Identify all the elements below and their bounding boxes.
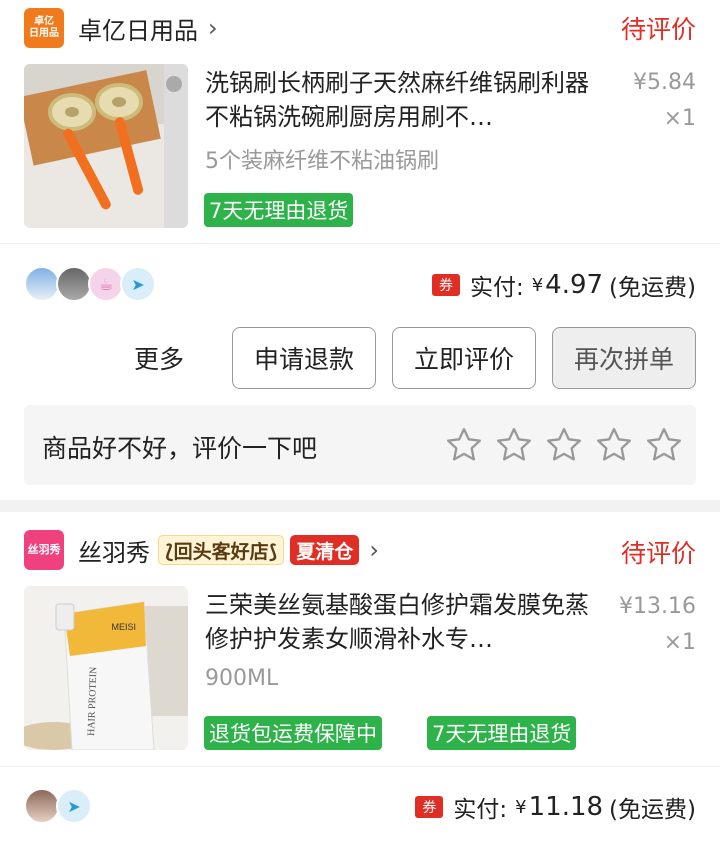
product-qty: ×1: [663, 106, 696, 131]
star-rating: [434, 425, 684, 465]
return-tag: 7天无理由退货: [427, 716, 577, 750]
fish-avatar: ➤: [120, 266, 156, 302]
order-status: 待评价: [620, 15, 696, 44]
cup-avatar: ☕: [88, 266, 124, 302]
fish-avatar: ➤: [56, 788, 92, 824]
summer-sale-badge: 夏清仓: [290, 535, 360, 565]
coupon-icon: 券: [431, 274, 460, 296]
shop-logo: 卓亿 日用品: [24, 8, 64, 48]
divider: [0, 243, 720, 244]
product-spec: 5个装麻纤维不粘油锅刷: [205, 149, 439, 174]
product-price: ¥13.16: [619, 594, 696, 619]
shop-logo-text: 卓亿 日用品: [29, 16, 59, 39]
more-button[interactable]: 更多: [134, 340, 184, 376]
paid-amount-row: 券 实付: ¥ 4.97 (免运费): [431, 268, 696, 302]
shop-header[interactable]: 丝羽秀 丝羽秀 ⟅回头客好店⟆ 夏清仓 ›: [24, 530, 379, 570]
shop-header[interactable]: 卓亿 日用品 卓亿日用品 ›: [24, 8, 218, 48]
order-status: 待评价: [620, 539, 696, 568]
request-refund-button[interactable]: 申请退款: [232, 327, 376, 389]
returning-customer-badge: ⟅回头客好店⟆: [158, 535, 285, 565]
star-icon[interactable]: [444, 425, 484, 465]
shipping-note: (免运费): [609, 797, 696, 823]
star-icon[interactable]: [544, 425, 584, 465]
order-card: 卓亿 日用品 卓亿日用品 › 待评价 洗锅刷长柄刷子天然麻纤维锅刷利器不粘锅洗碗…: [0, 0, 720, 500]
review-prompt: 商品好不好，评价一下吧: [42, 434, 318, 463]
shop-logo: 丝羽秀: [24, 530, 64, 570]
currency-symbol: ¥: [515, 796, 527, 818]
product-thumbnail[interactable]: [24, 64, 188, 228]
shipping-insurance-tag: 退货包运费保障中: [204, 716, 382, 750]
paid-label: 实付:: [453, 797, 508, 823]
product-title[interactable]: 洗锅刷长柄刷子天然麻纤维锅刷利器不粘锅洗碗刷厨房用刷不…: [205, 66, 605, 134]
product-qty: ×1: [663, 630, 696, 655]
paid-amount: 4.97: [545, 270, 604, 300]
avatar-group: ➤: [24, 788, 92, 824]
product-title[interactable]: 三荣美丝氨基酸蛋白修护霜发膜免蒸修护护发素女顺滑补水专…: [205, 588, 605, 656]
star-icon[interactable]: [494, 425, 534, 465]
paid-amount: 11.18: [528, 792, 604, 822]
shop-name[interactable]: 卓亿日用品: [78, 11, 198, 46]
hair-mask-image: MEISI HAIR PROTEIN: [24, 586, 188, 750]
star-icon[interactable]: [594, 425, 634, 465]
avatar-group: ☕ ➤: [24, 266, 156, 302]
product-brand-text: MEISI: [111, 622, 136, 632]
avatar: [24, 788, 60, 824]
chevron-right-icon[interactable]: ›: [369, 536, 379, 564]
reorder-button[interactable]: 再次拼单: [552, 327, 696, 389]
chevron-right-icon[interactable]: ›: [208, 14, 218, 42]
paid-label: 实付:: [469, 275, 524, 301]
review-now-button[interactable]: 立即评价: [392, 327, 536, 389]
product-price: ¥5.84: [633, 70, 696, 95]
shop-logo-text: 丝羽秀: [27, 543, 61, 556]
return-tag: 7天无理由退货: [204, 193, 354, 227]
avatar: [56, 266, 92, 302]
shipping-note: (免运费): [609, 275, 696, 301]
currency-symbol: ¥: [531, 274, 544, 296]
divider: [0, 766, 720, 767]
avatar: [24, 266, 60, 302]
brush-image: [24, 64, 188, 228]
coupon-icon: 券: [415, 796, 444, 818]
product-spec: 900ML: [205, 666, 279, 691]
order-card: 丝羽秀 丝羽秀 ⟅回头客好店⟆ 夏清仓 › 待评价 MEISI HAIR PRO…: [0, 512, 720, 850]
paid-amount-row: 券 实付: ¥ 11.18 (免运费): [415, 790, 696, 824]
star-icon[interactable]: [644, 425, 684, 465]
quick-review-box: 商品好不好，评价一下吧: [24, 405, 696, 485]
shop-name[interactable]: 丝羽秀: [78, 533, 150, 568]
product-thumbnail[interactable]: MEISI HAIR PROTEIN: [24, 586, 188, 750]
